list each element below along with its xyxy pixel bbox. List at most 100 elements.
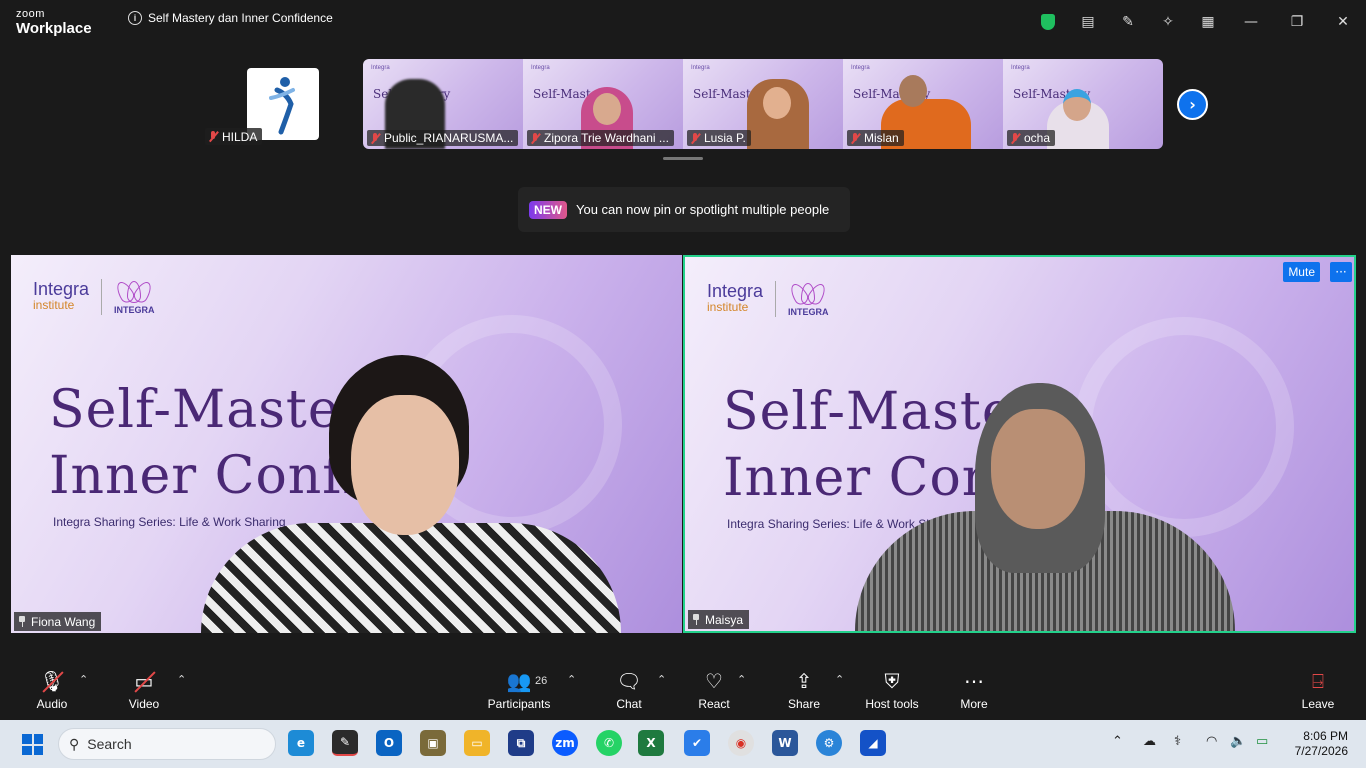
show-hidden-icons[interactable]: ⌃ — [1112, 734, 1123, 749]
chrome-icon[interactable]: ◉ — [728, 730, 754, 756]
participant-name-label: Fiona Wang — [14, 612, 102, 631]
share-options-caret[interactable]: ⌃ — [835, 673, 844, 686]
store-icon[interactable]: ▣ — [420, 730, 446, 756]
chat-bubble-icon: 🗨 — [616, 671, 642, 693]
self-name-label: HILDA — [205, 128, 263, 145]
participant-face — [991, 409, 1085, 529]
view-grid-icon[interactable]: ▦ — [1188, 0, 1228, 44]
battery-icon[interactable]: ▭ — [1256, 734, 1268, 749]
meeting-title: Self Mastery dan Inner Confidence — [148, 11, 333, 25]
video-tile-maisya[interactable]: Integra institute INTEGRA Self-Master Inn… — [683, 255, 1356, 633]
video-options-caret[interactable]: ⌃ — [177, 673, 186, 686]
participant-face — [1063, 89, 1091, 121]
zoom-taskbar-icon[interactable]: zm — [552, 730, 578, 756]
file-explorer-icon[interactable]: ▭ — [464, 730, 490, 756]
share-button[interactable]: ⇪ Share — [782, 661, 826, 720]
participant-video — [201, 523, 621, 633]
whiteboard-pen-icon[interactable]: ✎ — [1108, 0, 1148, 44]
excel-icon[interactable]: X — [638, 730, 664, 756]
system-clock[interactable]: 8:06 PM 7/27/2026 — [1295, 729, 1348, 759]
react-button[interactable]: ♡ React — [692, 661, 736, 720]
onedrive-icon[interactable]: ☁ — [1143, 734, 1156, 749]
mic-muted-icon — [850, 132, 860, 144]
maximize-button[interactable]: ❐ — [1274, 0, 1320, 44]
sticky-notes-icon[interactable]: ✎ — [332, 730, 358, 756]
participants-count: 26 — [535, 675, 548, 687]
outlook-icon[interactable]: O — [376, 730, 402, 756]
participant-thumbnail[interactable]: Integra Self-Mastery Zipora Trie Wardhan… — [523, 59, 683, 149]
taskbar-search[interactable]: ⚲ Search — [58, 728, 276, 760]
encryption-shield-icon[interactable] — [1028, 0, 1068, 44]
mic-muted-icon — [690, 132, 700, 144]
slide-logo: Integra — [371, 65, 390, 71]
slide-logo: Integra — [531, 65, 550, 71]
participant-name-label: Public_RIANARUSMA... — [367, 130, 519, 146]
chat-button[interactable]: 🗨 Chat — [608, 661, 650, 720]
mic-muted-icon — [208, 131, 218, 142]
notes-icon[interactable]: ▤ — [1068, 0, 1108, 44]
info-icon[interactable]: i — [128, 11, 142, 25]
participant-face — [593, 93, 621, 125]
microphone-off-icon: 🎙 — [39, 671, 65, 693]
tile-more-options-button[interactable]: ··· — [1330, 262, 1352, 282]
slide-subtitle: Integra Sharing Series: Life & Work Shar… — [53, 515, 286, 529]
word-icon[interactable]: W — [772, 730, 798, 756]
feature-toast: NEW You can now pin or spotlight multipl… — [518, 187, 850, 232]
close-button[interactable]: ✕ — [1320, 0, 1366, 44]
participant-thumbnail[interactable]: Integra Self-Mastery Lusia P. — [683, 59, 843, 149]
video-button[interactable]: ▭ Video — [122, 661, 166, 720]
lotus-icon — [787, 280, 829, 308]
todo-icon[interactable]: ✔ — [684, 730, 710, 756]
participant-thumbnail[interactable]: Integra Self-Mastery Public_RIANARUSMA..… — [363, 59, 523, 149]
pin-icon — [692, 614, 700, 625]
mic-muted-icon — [370, 132, 380, 144]
participant-thumbnail[interactable]: Integra Self-Mastery ocha — [1003, 59, 1163, 149]
integra-brand: Integra institute INTEGRA — [33, 278, 155, 315]
slide-logo: Integra — [1011, 65, 1030, 71]
zoom-logo: zoom Workplace — [16, 8, 92, 37]
slide-logo: Integra — [691, 65, 710, 71]
participant-face — [899, 75, 927, 107]
ai-companion-icon[interactable]: ✧ — [1148, 0, 1188, 44]
pin-icon — [18, 616, 26, 627]
slide-logo: Integra — [851, 65, 870, 71]
host-tools-button[interactable]: ⛨ Host tools — [860, 661, 924, 720]
audio-options-caret[interactable]: ⌃ — [79, 673, 88, 686]
audio-button[interactable]: 🎙 Audio — [30, 661, 74, 720]
next-page-button[interactable]: › — [1177, 89, 1208, 120]
participants-options-caret[interactable]: ⌃ — [567, 673, 576, 686]
chat-options-caret[interactable]: ⌃ — [657, 673, 666, 686]
mic-muted-icon — [530, 132, 540, 144]
leave-door-icon: ⍈ — [1312, 671, 1324, 693]
edge-icon[interactable]: e — [288, 730, 314, 756]
settings-gear-icon[interactable]: ⚙ — [816, 730, 842, 756]
meeting-toolbar: 🎙 Audio ⌃ ▭ Video ⌃ 👥 Participants 26 ⌃ … — [0, 661, 1366, 720]
participant-thumbnail[interactable]: Integra Self-Mastery Mislan — [843, 59, 1003, 149]
mic-muted-icon — [1010, 132, 1020, 144]
shield-icon: ⛨ — [884, 671, 900, 693]
ellipsis-circle-icon: ⋯ — [964, 671, 984, 693]
video-tile-fiona[interactable]: Integra institute INTEGRA Self-Mastery In… — [11, 255, 682, 633]
more-button[interactable]: ⋯ More — [952, 661, 996, 720]
title-bar: zoom Workplace i Self Mastery dan Inner … — [0, 0, 1366, 44]
participant-name-label: ocha — [1007, 130, 1056, 146]
chevron-right-icon: › — [1189, 95, 1196, 114]
leave-button[interactable]: ⍈ Leave — [1296, 661, 1340, 720]
app-icon[interactable]: ⧉ — [508, 730, 534, 756]
volume-icon[interactable]: 🔈 — [1230, 734, 1246, 749]
app-icon[interactable]: ◢ — [860, 730, 886, 756]
wifi-icon[interactable]: ◠ — [1206, 734, 1217, 749]
whatsapp-icon[interactable]: ✆ — [596, 730, 622, 756]
share-screen-icon: ⇪ — [795, 671, 813, 693]
minimize-button[interactable]: — — [1228, 0, 1274, 44]
new-badge: NEW — [529, 200, 567, 219]
network-share-icon[interactable]: ⚕ — [1174, 734, 1181, 749]
meeting-info[interactable]: i Self Mastery dan Inner Confidence — [128, 11, 333, 25]
slide-decoration — [1074, 317, 1294, 537]
participants-button[interactable]: 👥 Participants — [486, 661, 552, 720]
strip-resize-handle[interactable] — [663, 157, 703, 160]
mute-participant-button[interactable]: Mute — [1283, 262, 1320, 282]
start-button[interactable] — [22, 734, 43, 755]
react-options-caret[interactable]: ⌃ — [737, 673, 746, 686]
participant-face — [763, 87, 791, 119]
